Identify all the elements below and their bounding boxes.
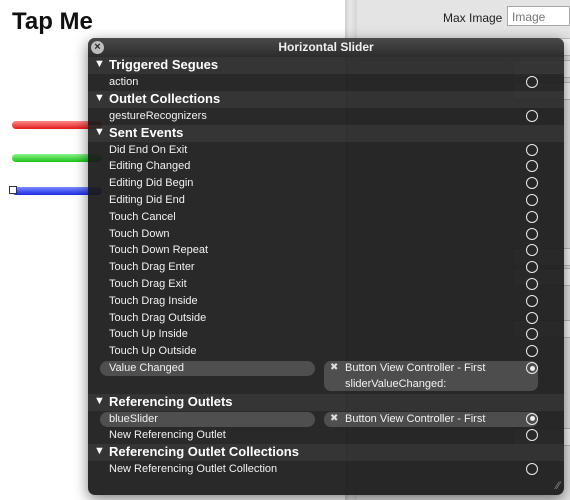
section-title: Triggered Segues bbox=[109, 57, 219, 72]
connection-row: Touch Drag Inside bbox=[88, 293, 564, 310]
disclosure-triangle-icon[interactable]: ▼ bbox=[94, 58, 105, 70]
connection-row: Touch Up Inside bbox=[88, 326, 564, 343]
section-header[interactable]: ▼ Sent Events bbox=[88, 124, 564, 142]
connection-row: action bbox=[88, 74, 564, 91]
connection-row: Touch Drag Exit bbox=[88, 276, 564, 293]
connection-row: Editing Did Begin bbox=[88, 175, 564, 192]
connection-label: Editing Changed bbox=[109, 160, 191, 173]
max-image-field[interactable] bbox=[507, 6, 570, 26]
connection-label: Touch Down bbox=[109, 227, 170, 240]
connection-label: action bbox=[109, 76, 139, 88]
connection-circle-icon[interactable] bbox=[526, 362, 538, 374]
connection-label: Value Changed bbox=[109, 362, 185, 374]
hud-titlebar[interactable]: × Horizontal Slider bbox=[88, 38, 564, 57]
connection-circle-icon[interactable] bbox=[526, 109, 538, 122]
disclosure-triangle-icon[interactable]: ▼ bbox=[94, 395, 105, 407]
connection-label: Touch Up Inside bbox=[109, 328, 188, 341]
section-header[interactable]: ▼ Outlet Collections bbox=[88, 90, 564, 108]
connection-circle-icon[interactable] bbox=[526, 311, 538, 324]
remove-connection-icon[interactable]: ✖ bbox=[330, 413, 338, 424]
connection-label: blueSlider bbox=[109, 412, 158, 425]
connection-circle-icon[interactable] bbox=[526, 227, 538, 240]
resize-grip-icon[interactable]: ⁄⁄ bbox=[556, 480, 560, 492]
connection-target-label: Button View Controller - First bbox=[345, 412, 486, 425]
connection-label: Editing Did Begin bbox=[109, 177, 194, 190]
connection-label: Touch Drag Exit bbox=[109, 278, 187, 290]
connection-label: Touch Down Repeat bbox=[109, 244, 209, 257]
connections-hud: × Horizontal Slider ▼ Triggered Segues act… bbox=[88, 38, 564, 495]
disclosure-triangle-icon[interactable]: ▼ bbox=[94, 92, 105, 104]
connection-row: Touch Cancel bbox=[88, 209, 564, 226]
connection-row: Touch Down bbox=[88, 226, 564, 243]
tap-me-label[interactable]: Tap Me bbox=[12, 8, 93, 36]
section-header[interactable]: ▼ Referencing Outlet Collections bbox=[88, 444, 564, 462]
connection-row: New Referencing Outlet Collection bbox=[88, 461, 564, 478]
connection-circle-icon[interactable] bbox=[526, 261, 538, 274]
connection-row: Did End On Exit bbox=[88, 142, 564, 159]
connection-label: Touch Up Outside bbox=[109, 345, 197, 358]
connection-circle-icon[interactable] bbox=[526, 76, 538, 88]
connection-circle-icon[interactable] bbox=[526, 294, 538, 307]
connection-circle-icon[interactable] bbox=[526, 177, 538, 190]
connection-circle-icon[interactable] bbox=[526, 194, 538, 206]
hud-title: Horizontal Slider bbox=[278, 40, 374, 54]
connection-label: Touch Drag Inside bbox=[109, 294, 198, 307]
connection-circle-icon[interactable] bbox=[526, 244, 538, 257]
section-header[interactable]: ▼ Triggered Segues bbox=[88, 57, 564, 74]
connection-row: Touch Up Outside bbox=[88, 343, 564, 360]
connection-label: Did End On Exit bbox=[109, 143, 188, 156]
connection-label: New Referencing Outlet bbox=[109, 429, 226, 442]
connection-target-label: Button View Controller - First bbox=[345, 362, 486, 374]
connection-row: Touch Drag Outside bbox=[88, 310, 564, 327]
connection-circle-icon[interactable] bbox=[526, 210, 538, 223]
connection-circle-icon[interactable] bbox=[526, 328, 538, 341]
connection-row: gestureRecognizers bbox=[88, 108, 564, 125]
connection-row: New Referencing Outlet bbox=[88, 427, 564, 444]
connection-circle-icon[interactable] bbox=[526, 160, 538, 173]
connection-row: Touch Drag Enter bbox=[88, 259, 564, 276]
max-image-label: Max Image bbox=[443, 11, 503, 25]
connection-circle-icon[interactable] bbox=[526, 429, 538, 442]
connection-target-method: sliderValueChanged: bbox=[345, 378, 447, 390]
selection-handle[interactable] bbox=[9, 186, 17, 194]
connection-circle-icon[interactable] bbox=[526, 278, 538, 290]
connection-label: Touch Drag Outside bbox=[109, 311, 207, 324]
section-title: Referencing Outlet Collections bbox=[109, 444, 299, 460]
connection-circle-icon[interactable] bbox=[526, 412, 538, 425]
connection-label: Editing Did End bbox=[109, 194, 185, 206]
connection-row: Editing Changed bbox=[88, 158, 564, 175]
connection-label: gestureRecognizers bbox=[109, 109, 207, 122]
connection-row: ✖ Button View Controller - First blueSlide… bbox=[88, 411, 564, 428]
connection-circle-icon[interactable] bbox=[526, 345, 538, 358]
section-title: Referencing Outlets bbox=[109, 393, 233, 409]
connection-circle-icon[interactable] bbox=[526, 143, 538, 156]
disclosure-triangle-icon[interactable]: ▼ bbox=[94, 445, 105, 457]
remove-connection-icon[interactable]: ✖ bbox=[330, 362, 338, 373]
connection-row: Editing Did End bbox=[88, 192, 564, 209]
section-title: Sent Events bbox=[109, 124, 184, 140]
connection-row: ✖ Button View Controller - First sliderVal… bbox=[88, 360, 564, 394]
section-title: Outlet Collections bbox=[109, 90, 221, 106]
connection-circle-icon[interactable] bbox=[526, 463, 538, 476]
connection-label: Touch Cancel bbox=[109, 210, 176, 223]
connection-label: Touch Drag Enter bbox=[109, 261, 195, 274]
disclosure-triangle-icon[interactable]: ▼ bbox=[94, 126, 105, 138]
section-header[interactable]: ▼ Referencing Outlets bbox=[88, 393, 564, 411]
connection-label: New Referencing Outlet Collection bbox=[109, 463, 278, 476]
connection-row: Touch Down Repeat bbox=[88, 242, 564, 259]
